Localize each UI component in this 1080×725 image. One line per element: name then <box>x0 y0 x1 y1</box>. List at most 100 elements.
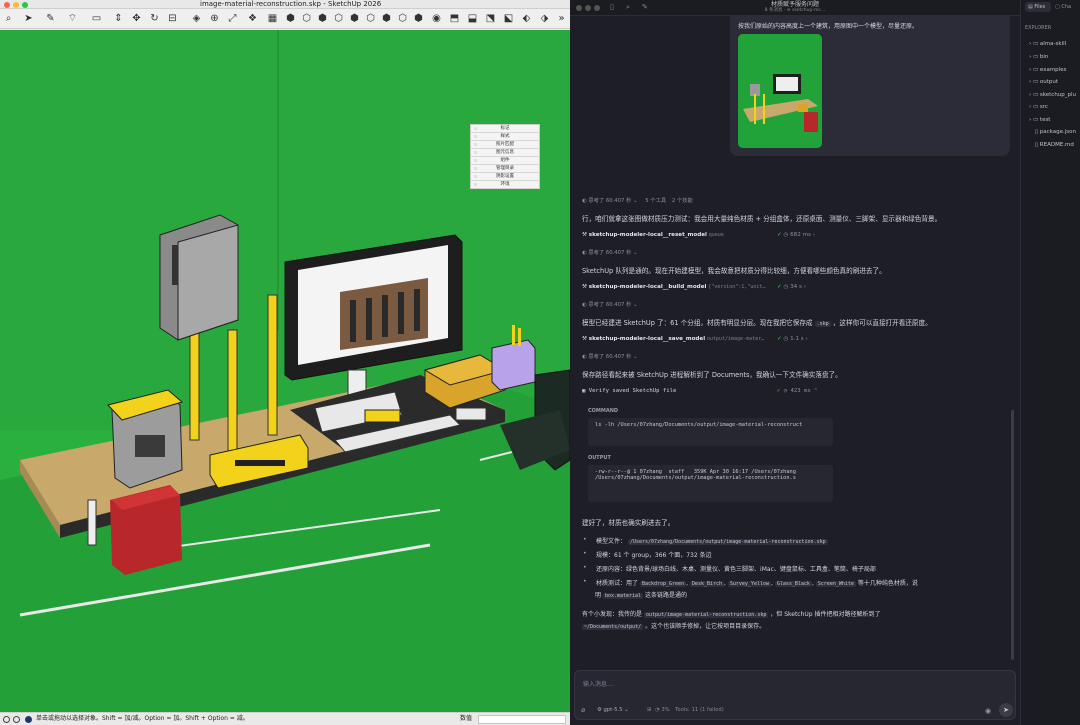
skills-count: 2 个技能 <box>671 198 693 204</box>
pencil-icon[interactable]: ✎ <box>44 12 57 25</box>
shaded-icon[interactable]: ◉ <box>430 12 443 25</box>
tab-files[interactable]: ▤ Files <box>1025 2 1051 12</box>
path-icon[interactable]: ⌔ <box>66 12 79 25</box>
list-text: 明 <box>595 592 602 599</box>
top-view-icon[interactable]: ⬡ <box>300 12 313 25</box>
info-icon[interactable] <box>3 716 10 723</box>
tools-count: 5 个工具 <box>645 198 667 204</box>
inline-code: Screen_White <box>815 581 856 587</box>
select-tool-icon[interactable]: ➤ <box>22 12 35 25</box>
paint-bucket-icon[interactable]: ◈ <box>190 12 203 25</box>
xray-icon[interactable]: ⬢ <box>380 12 393 25</box>
message-input[interactable]: 输入消息… <box>583 679 613 688</box>
rectangle-icon[interactable]: ▭ <box>90 12 103 25</box>
zoom-extents-icon[interactable]: ⤢ <box>226 12 239 25</box>
zoom-icon[interactable]: ⊕ <box>208 12 221 25</box>
folder-item[interactable]: › ▭ alma-skill <box>1029 41 1066 47</box>
sketchup-window: image-material-reconstruction.skp - Sket… <box>0 0 570 725</box>
folder-item[interactable]: › ▭ sketchup_plu <box>1029 92 1076 98</box>
monochrome-icon[interactable]: ⬓ <box>466 12 479 25</box>
tray-item[interactable]: 标记 <box>471 125 539 133</box>
tool-call-reset[interactable]: ⚒ sketchup-modeler-local__reset_model qu… <box>582 232 832 242</box>
tool-status: ✓ ◷ 34 s › <box>777 284 806 290</box>
list-item: 材质测试：用了 Backdrop_Green, Desk_Birch, Surv… <box>583 578 918 587</box>
list-text: 还原内容：绿色背景/球场白线、木桌、测量仪、黄色三脚架、iMac、键盘鼠标、工具… <box>596 566 876 573</box>
tool-icon: ⚒ <box>582 232 588 238</box>
check-icon: ✓ <box>777 284 782 290</box>
tool-call-save[interactable]: ⚒ sketchup-modeler-local__save_model out… <box>582 336 832 346</box>
thinking-icon: ◐ <box>582 302 587 308</box>
section-icon[interactable]: ⬖ <box>520 12 533 25</box>
toolbar-overflow-button[interactable]: » <box>555 12 568 25</box>
model-selector[interactable]: ⚙ gpt-5.5 ⌄ <box>597 707 629 713</box>
chat-scrollbar[interactable] <box>1011 410 1014 660</box>
search-icon[interactable]: ⌕ <box>2 12 15 25</box>
tray-item[interactable]: 图元信息 <box>471 149 539 157</box>
folder-item[interactable]: › ▭ src <box>1029 104 1048 110</box>
folder-item[interactable]: › ▭ test <box>1029 117 1050 123</box>
account-icon[interactable] <box>25 716 32 723</box>
inline-code: Desk_Birch <box>689 581 725 587</box>
fog-icon[interactable]: ⬕ <box>502 12 515 25</box>
sketchup-titlebar: image-material-reconstruction.skp - Sket… <box>0 0 570 9</box>
attach-icon[interactable]: ⌀ <box>581 706 585 714</box>
tray-item[interactable]: 样式 <box>471 133 539 141</box>
tray-item[interactable]: 照片匹配 <box>471 141 539 149</box>
tray-item[interactable]: 管理目录 <box>471 165 539 173</box>
tool-call-build[interactable]: ⚒ sketchup-modeler-local__build_model {"… <box>582 284 832 294</box>
folder-item[interactable]: › ▭ bin <box>1029 54 1048 60</box>
verify-tool-call[interactable]: ▣ Verify saved SketchUp file ✓ ◷ 423 ms … <box>582 388 832 398</box>
folder-item[interactable]: › ▭ output <box>1029 79 1058 85</box>
wireframe-icon[interactable]: ⬡ <box>396 12 409 25</box>
attached-image[interactable] <box>738 34 822 148</box>
inline-code: Backdrop_Green <box>639 581 687 587</box>
left-view-icon[interactable]: ⬡ <box>364 12 377 25</box>
components-icon[interactable]: ❖ <box>246 12 259 25</box>
tray-item[interactable]: 组件 <box>471 157 539 165</box>
right-view-icon[interactable]: ⬡ <box>332 12 345 25</box>
files-icon: ▤ <box>1028 4 1033 10</box>
eye-icon[interactable]: ◉ <box>985 707 991 715</box>
zoom-window-button[interactable] <box>22 2 28 8</box>
file-item[interactable]: ▯ README.md <box>1035 142 1074 148</box>
thinking-icon: ◐ <box>582 354 587 360</box>
terminal-icon: ▣ <box>582 388 586 394</box>
file-item[interactable]: ▯ package.json <box>1035 129 1076 135</box>
minimize-window-button[interactable] <box>13 2 19 8</box>
tape-measure-icon[interactable]: ⊟ <box>166 12 179 25</box>
styles-icon[interactable]: ⬗ <box>538 12 551 25</box>
tab-chat[interactable]: ▢ Cha <box>1055 2 1071 12</box>
file-label: package.json <box>1039 129 1076 135</box>
back-view-icon[interactable]: ⬢ <box>348 12 361 25</box>
settings-icon[interactable]: ⊞ <box>647 707 651 713</box>
close-window-button[interactable] <box>4 2 10 8</box>
tray-item[interactable]: 阴影设置 <box>471 173 539 181</box>
message-composer: 输入消息… ⌀ ⚙ gpt-5.5 ⌄ ⊞ ◔ 3% Tools: 11 (1 … <box>574 670 1016 720</box>
send-button[interactable]: ➤ <box>999 703 1013 717</box>
tool-time: 423 ms <box>790 388 811 394</box>
folder-item[interactable]: › ▭ examples <box>1029 67 1066 73</box>
textured-icon[interactable]: ⬒ <box>448 12 461 25</box>
thinking-summary[interactable]: ◐ 思考了 60.407 秒 ⌄ <box>582 300 638 308</box>
shadows-icon[interactable]: ⬔ <box>484 12 497 25</box>
status-text: 单击或拖动以选择对象。Shift = 加/减。Option = 加。Shift … <box>36 715 249 722</box>
measurements-input[interactable] <box>478 715 566 724</box>
thinking-summary[interactable]: ◐ 思考了 60.407 秒 ⌄ <box>582 352 638 360</box>
tool-arg: {"version":1,"unit… <box>708 284 766 290</box>
pushpull-icon[interactable]: ⇕ <box>112 12 125 25</box>
front-view-icon[interactable]: ⬢ <box>316 12 329 25</box>
tool-icon: ⚒ <box>582 336 588 342</box>
rotate-icon[interactable]: ↻ <box>148 12 161 25</box>
tray-item[interactable]: 环境 <box>471 181 539 189</box>
sketchup-viewport[interactable]: 标记 样式 照片匹配 图元信息 组件 管理目录 阴影设置 环境 <box>0 30 570 712</box>
thinking-summary[interactable]: ◐ 思考了 60.407 秒 ⌄ 5 个工具 2 个技能 <box>582 196 693 204</box>
warehouse-icon[interactable]: ▦ <box>266 12 279 25</box>
done-text: 建好了，材质也确实刷进去了。 <box>582 519 675 527</box>
iso-view-icon[interactable]: ⬢ <box>284 12 297 25</box>
thinking-summary[interactable]: ◐ 思考了 60.407 秒 ⌄ <box>582 248 638 256</box>
hidden-line-icon[interactable]: ⬢ <box>412 12 425 25</box>
context-value: 3% <box>661 707 670 713</box>
move-icon[interactable]: ✥ <box>130 12 143 25</box>
credits-icon[interactable] <box>13 716 20 723</box>
verify-label: Verify saved SketchUp file <box>588 388 677 394</box>
